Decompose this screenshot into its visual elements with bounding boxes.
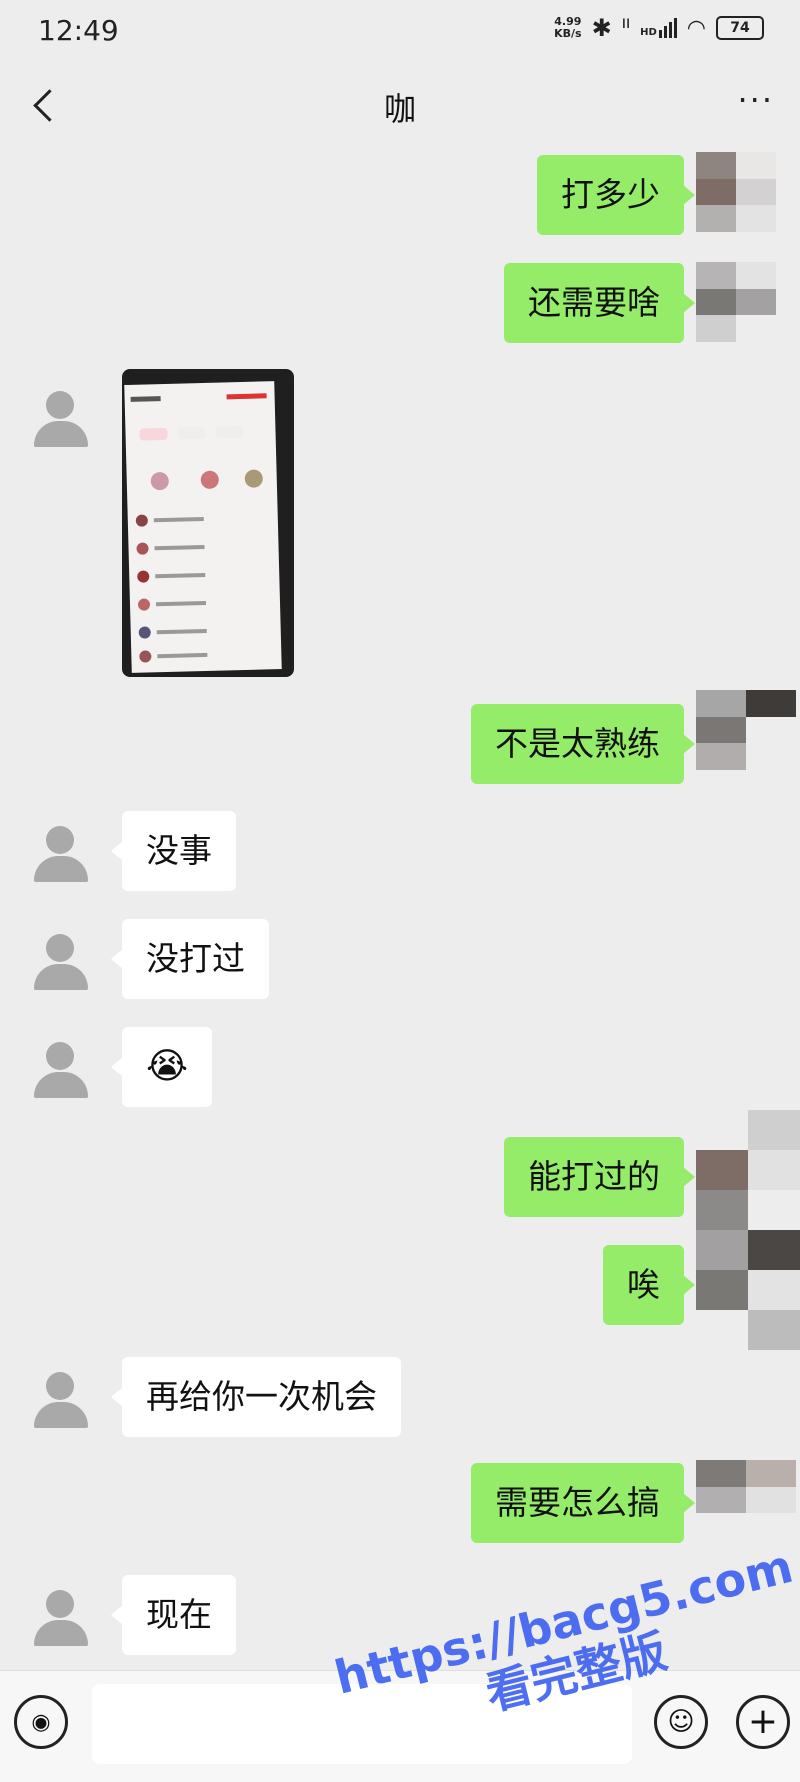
network-speed: 4.99 KB/s [554, 16, 581, 40]
contact-avatar[interactable] [26, 383, 96, 453]
status-time: 12:49 [38, 14, 119, 47]
my-avatar[interactable] [696, 1110, 800, 1350]
earbuds-icon: ᑊᑊ [621, 15, 631, 41]
my-avatar[interactable] [696, 690, 796, 770]
message-bubble-sent[interactable]: 不是太熟练 [471, 704, 695, 784]
message-bubble-sent[interactable]: 还需要啥 [504, 263, 695, 343]
battery-icon: 74 [716, 16, 764, 40]
my-avatar[interactable] [696, 152, 776, 232]
emoji-icon[interactable]: ☺ [654, 1695, 708, 1749]
voice-input-icon[interactable]: ◉ [14, 1695, 68, 1749]
message-bubble-sent[interactable]: 打多少 [537, 155, 695, 235]
my-avatar[interactable] [696, 262, 776, 342]
chat-title: 咖 [383, 90, 416, 128]
message-bubble-sent[interactable]: 需要怎么搞 [471, 1463, 695, 1543]
contact-avatar[interactable] [26, 1034, 96, 1104]
message-bubble-received[interactable]: 没打过 [111, 919, 269, 999]
wifi-icon: ◠ [686, 15, 706, 41]
contact-avatar[interactable] [26, 818, 96, 888]
message-bubble-received[interactable]: 再给你一次机会 [111, 1357, 401, 1437]
network-speed-unit: KB/s [554, 27, 582, 40]
more-icon[interactable]: ··· [737, 84, 774, 116]
signal-icon: HD [640, 18, 677, 38]
my-avatar[interactable] [696, 1460, 796, 1540]
plus-icon[interactable]: + [736, 1695, 790, 1749]
message-bubble-received[interactable]: 没事 [111, 811, 236, 891]
hd-label: HD [640, 27, 657, 38]
contact-avatar[interactable] [26, 1364, 96, 1434]
message-bubble-received[interactable]: 😭 [110, 1027, 213, 1107]
status-icons: 4.99 KB/s ✱ ᑊᑊ HD ◠ 74 [554, 14, 764, 42]
contact-avatar[interactable] [26, 1582, 96, 1652]
image-message[interactable] [122, 369, 294, 677]
screenshot-thumbnail [124, 381, 282, 673]
message-bubble-sent[interactable]: 唉 [603, 1245, 695, 1325]
message-bubble-received[interactable]: 现在 [111, 1575, 236, 1655]
contact-avatar[interactable] [26, 926, 96, 996]
bluetooth-icon: ✱ [591, 14, 612, 42]
message-bubble-sent[interactable]: 能打过的 [504, 1137, 695, 1217]
